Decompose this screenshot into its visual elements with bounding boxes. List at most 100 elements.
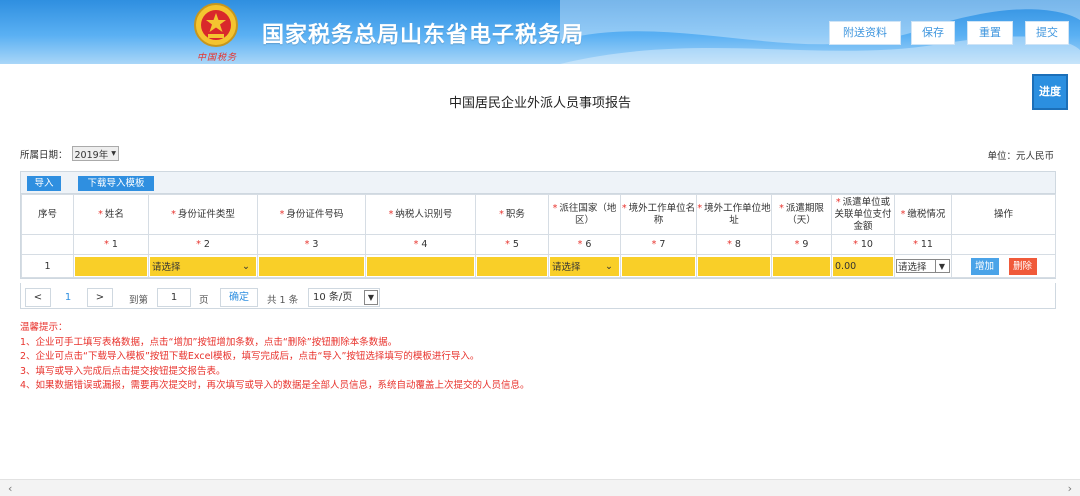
required-marker: * <box>697 202 703 214</box>
confirm-page-button[interactable]: 确定 <box>220 288 258 307</box>
chevron-down-icon: ⌄ <box>242 260 250 272</box>
column-header-label: 操作 <box>993 208 1013 220</box>
column-header: * 境外工作单位名称 <box>620 194 697 235</box>
pagination: < 1 > 到第 1 页 确定 共 1 条 10 条/页 ▼ <box>20 283 1056 309</box>
page-1-link[interactable]: 1 <box>55 288 81 307</box>
attach-materials-button[interactable]: 附送资料 <box>829 21 901 45</box>
prev-page-button[interactable]: < <box>25 288 51 307</box>
column-header-label: 境外工作单位名称 <box>628 202 696 226</box>
table-code-row: * 1 * 2 * 3 * 4 * 5 * 6 * 7 * 8 * 9 * 10 * 11 <box>21 234 1056 255</box>
tip-item: 4、如果数据错误或漏报，需要再次提交时，再次填写或导入的数据是全部人员信息，系统… <box>20 380 530 391</box>
site-title: 国家税务总局山东省电子税务局 <box>262 23 585 48</box>
column-code: * 7 <box>620 234 697 255</box>
personnel-table-panel: 导入 下载导入模板 序号 * 姓名 * 身份证件类型 * 身份证件号码 * 纳税人识别号 * 职务 *… <box>20 171 1056 279</box>
report-title: 中国居民企业外派人员事项报告 <box>448 96 631 111</box>
add-row-button[interactable]: 增加 <box>970 257 999 275</box>
import-button[interactable]: 导入 <box>27 176 61 191</box>
personnel-table: 序号 * 姓名 * 身份证件类型 * 身份证件号码 * 纳税人识别号 * 职务 * 派往国家（地区） * 境… <box>21 194 1056 278</box>
column-header-label: 境外工作单位地址 <box>704 202 771 226</box>
required-marker: * <box>171 208 176 220</box>
tips-title: 温馨提示： <box>20 322 68 333</box>
horizontal-scrollbar[interactable]: ‹ › <box>0 479 1080 496</box>
taxpayer-id-input[interactable] <box>365 254 476 278</box>
required-marker: * <box>98 208 103 220</box>
name-input[interactable] <box>73 254 149 278</box>
column-code: * 2 <box>148 234 258 255</box>
required-marker: * <box>900 208 906 220</box>
page-size-select[interactable]: 10 条/页 ▼ <box>308 288 380 307</box>
chevron-down-icon: ▼ <box>935 260 948 272</box>
column-header-label: 职务 <box>505 208 525 220</box>
column-header: * 缴税情况 <box>894 194 952 235</box>
overseas-employer-name-input[interactable] <box>620 254 697 278</box>
column-header: 序号 <box>21 194 74 235</box>
chevron-down-icon: ⌄ <box>605 260 613 272</box>
site-header: 中国税务 国家税务总局山东省电子税务局 附送资料 保存 重置 提交 <box>0 0 1080 64</box>
unit-label: 单位：元人民币 <box>987 151 1054 162</box>
tax-status-select[interactable]: 请选择 ▼ <box>894 254 952 278</box>
column-code <box>21 234 74 255</box>
column-header-label: 身份证件类型 <box>177 208 235 220</box>
next-page-button[interactable]: > <box>87 288 113 307</box>
column-header: * 身份证件类型 <box>148 194 258 235</box>
table-row: 1 请选择 ⌄ 请选择 ⌄ 0.00 请选择 ▼ 增加 删除 <box>21 254 1056 278</box>
id-number-input[interactable] <box>257 254 366 278</box>
required-marker: * <box>779 202 784 214</box>
tax-emblem-icon <box>194 3 238 47</box>
tips-section: 温馨提示： 1、企业可手工填写表格数据，点击“增加”按钮增加条数，点击“删除”按… <box>20 321 530 394</box>
overseas-employer-address-input[interactable] <box>696 254 772 278</box>
save-button[interactable]: 保存 <box>911 21 955 45</box>
goto-label: 到第 <box>129 295 149 306</box>
download-template-button[interactable]: 下载导入模板 <box>78 176 154 191</box>
column-code: * 4 <box>365 234 476 255</box>
required-marker: * <box>552 202 558 214</box>
total-count: 共 1 条 <box>267 295 299 306</box>
payment-amount-value: 0.00 <box>835 260 857 272</box>
assignment-days-input[interactable] <box>771 254 832 278</box>
column-header-label: 序号 <box>37 208 57 220</box>
delete-row-button[interactable]: 删除 <box>1008 257 1037 275</box>
column-header-label: 派遣单位或关联单位支付金额 <box>834 196 892 232</box>
position-input[interactable] <box>475 254 549 278</box>
column-code: * 1 <box>73 234 149 255</box>
column-code: * 10 <box>831 234 895 255</box>
chevron-down-icon: ▼ <box>364 290 378 305</box>
emblem-caption: 中国税务 <box>197 53 238 63</box>
scroll-right-icon[interactable]: › <box>1068 482 1072 495</box>
reset-button[interactable]: 重置 <box>967 21 1013 45</box>
column-code: * 3 <box>257 234 366 255</box>
id-type-select[interactable]: 请选择 ⌄ <box>148 254 258 278</box>
column-header: * 境外工作单位地址 <box>696 194 772 235</box>
scroll-left-icon[interactable]: ‹ <box>8 482 12 495</box>
column-header-label: 缴税情况 <box>907 208 946 220</box>
column-header: * 派遣期限（天） <box>771 194 832 235</box>
year-select-value: 2019年 <box>74 149 109 161</box>
page-number-input[interactable]: 1 <box>157 288 191 307</box>
required-marker: * <box>621 202 627 214</box>
column-header: 操作 <box>951 194 1056 235</box>
country-value: 请选择 <box>552 262 581 273</box>
country-select[interactable]: 请选择 ⌄ <box>548 254 621 278</box>
table-header-row: 序号 * 姓名 * 身份证件类型 * 身份证件号码 * 纳税人识别号 * 职务 * 派往国家（地区） * 境… <box>21 194 1056 235</box>
column-header: * 身份证件号码 <box>257 194 366 235</box>
submit-button[interactable]: 提交 <box>1025 21 1069 45</box>
tax-status-value: 请选择 <box>898 262 927 273</box>
payment-amount-input[interactable]: 0.00 <box>831 254 895 278</box>
column-code: * 11 <box>894 234 952 255</box>
column-header: * 姓名 <box>73 194 149 235</box>
column-header: * 职务 <box>475 194 549 235</box>
column-code: * 5 <box>475 234 549 255</box>
year-select[interactable]: 2019年 ▾ <box>71 146 119 161</box>
page-unit-label: 页 <box>199 295 209 306</box>
tip-item: 2、企业可点击“下载导入模板”按钮下载Excel模板，填写完成后，点击“导入”按… <box>20 351 480 362</box>
column-code: * 9 <box>771 234 832 255</box>
column-header: * 纳税人识别号 <box>365 194 476 235</box>
row-index: 1 <box>21 254 74 278</box>
tip-item: 3、填写或导入完成后点击提交按钮提交报告表。 <box>20 365 226 377</box>
id-type-value: 请选择 <box>152 262 181 273</box>
column-code: * 8 <box>696 234 772 255</box>
column-header-label: 纳税人识别号 <box>395 208 453 220</box>
column-header-label: 派遣期限（天） <box>785 202 824 226</box>
column-header-label: 派往国家（地区） <box>559 202 617 226</box>
required-marker: * <box>388 208 394 220</box>
